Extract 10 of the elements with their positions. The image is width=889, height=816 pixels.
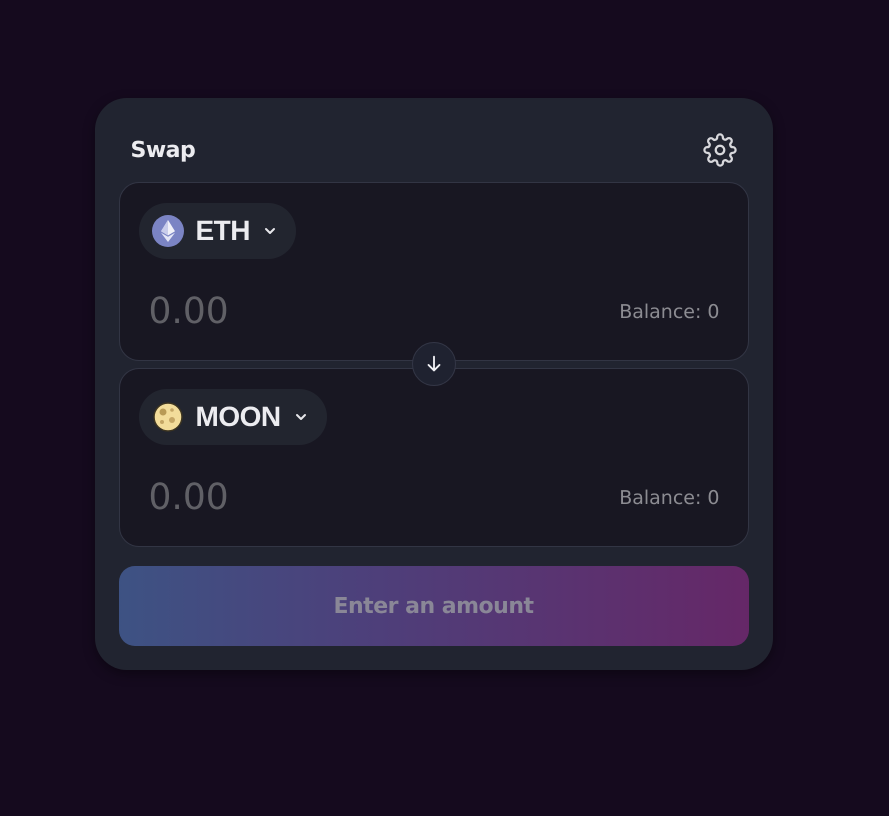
amount-input[interactable]: 0.00 — [148, 477, 348, 518]
swap-title: Swap — [130, 138, 196, 163]
settings-icon[interactable] — [702, 133, 736, 168]
amount-input[interactable]: 0.00 — [148, 291, 348, 332]
token-selector[interactable]: MOON — [138, 389, 327, 446]
moon-icon — [152, 401, 184, 434]
ethereum-icon — [152, 215, 184, 248]
balance-label: Balance: 0 — [619, 486, 720, 509]
token-selector[interactable]: ETH — [138, 203, 296, 260]
balance-label: Balance: 0 — [619, 300, 720, 323]
